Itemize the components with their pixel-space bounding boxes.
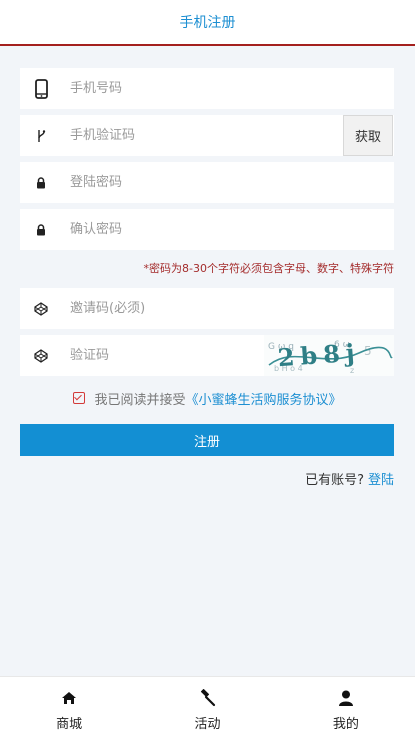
top-header: 手机注册	[0, 0, 415, 46]
login-link[interactable]: 登陆	[368, 473, 394, 488]
gavel-icon	[198, 689, 216, 707]
password-input[interactable]	[62, 162, 394, 203]
tab-label: 商城	[56, 717, 83, 732]
bottom-tabbar: 商城 活动 我的	[0, 676, 415, 741]
captcha-image[interactable]: G ω q 6 ω 5 b H o 4 z 2b8j	[264, 335, 394, 376]
password-field-row	[20, 162, 394, 203]
get-code-button[interactable]: 获取	[343, 115, 393, 156]
captcha-field-row: G ω q 6 ω 5 b H o 4 z 2b8j	[20, 335, 394, 376]
tab-mine[interactable]: 我的	[277, 677, 415, 741]
login-question: 已有账号?	[305, 473, 364, 488]
lock-icon	[20, 162, 62, 203]
home-icon	[61, 689, 77, 707]
invite-code-field-row	[20, 288, 394, 329]
codepen-cube-icon	[20, 288, 62, 329]
tab-label: 我的	[332, 717, 359, 732]
code-branch-icon	[20, 115, 62, 156]
agree-checkbox[interactable]	[73, 392, 86, 404]
captcha-text: 2b8j	[277, 337, 362, 372]
phone-field-row	[20, 68, 394, 109]
phone-input[interactable]	[62, 68, 394, 109]
invite-code-input[interactable]	[62, 288, 394, 329]
login-prompt: 已有账号? 登陆	[305, 469, 394, 488]
page-title: 手机注册	[179, 15, 236, 31]
svg-text:z: z	[350, 366, 354, 375]
lock-icon	[20, 209, 62, 250]
tab-label: 活动	[194, 717, 221, 732]
tab-mall[interactable]: 商城	[0, 677, 138, 741]
tab-activity[interactable]: 活动	[138, 677, 276, 741]
sms-code-field-row: 获取	[20, 115, 394, 156]
confirm-password-field-row	[20, 209, 394, 250]
mobile-phone-icon	[20, 68, 62, 109]
agreement-link[interactable]: 《小蜜蜂生活购服务协议》	[186, 389, 342, 408]
password-hint: *密码为8-30个字符必须包含字母、数字、特殊字符	[143, 262, 394, 275]
register-button[interactable]: 注册	[20, 424, 394, 456]
agreement-text: 我已阅读并接受	[94, 392, 186, 408]
codepen-cube-icon	[20, 335, 62, 376]
confirm-password-input[interactable]	[62, 209, 394, 250]
agreement-row: 我已阅读并接受 《小蜜蜂生活购服务协议》	[0, 389, 415, 408]
user-icon	[338, 689, 353, 707]
